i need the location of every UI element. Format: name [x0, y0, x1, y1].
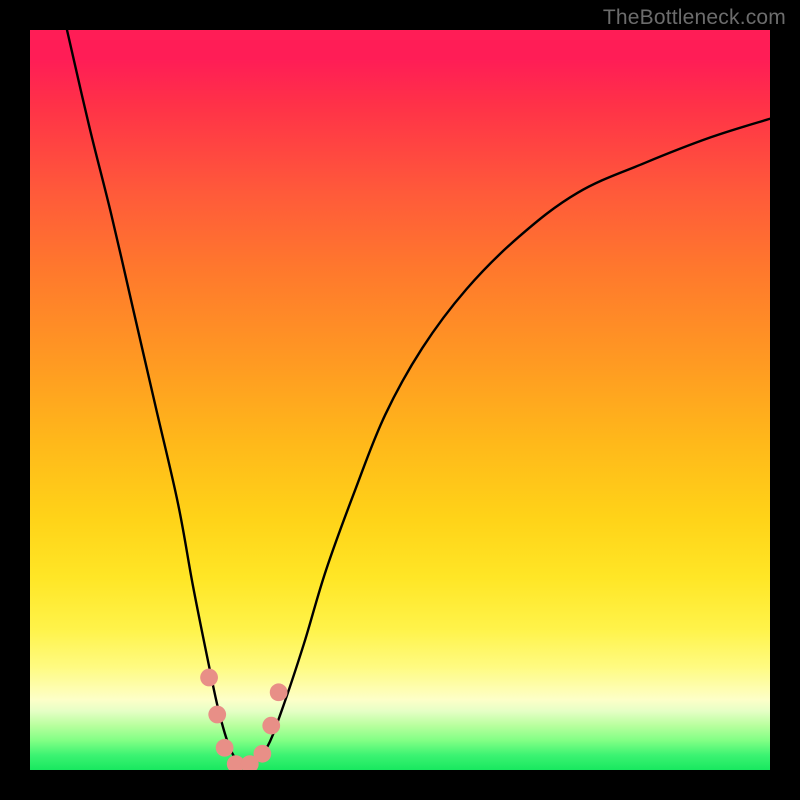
watermark-text: TheBottleneck.com: [603, 6, 786, 30]
bottleneck-curve-path: [67, 30, 770, 767]
trough-marker: [216, 739, 234, 757]
trough-marker: [270, 683, 288, 701]
trough-marker: [200, 669, 218, 687]
plot-area: [30, 30, 770, 770]
trough-marker: [208, 706, 226, 724]
chart-frame: TheBottleneck.com: [0, 0, 800, 800]
bottleneck-curve: [30, 30, 770, 770]
trough-marker: [262, 717, 280, 735]
trough-marker: [253, 745, 271, 763]
